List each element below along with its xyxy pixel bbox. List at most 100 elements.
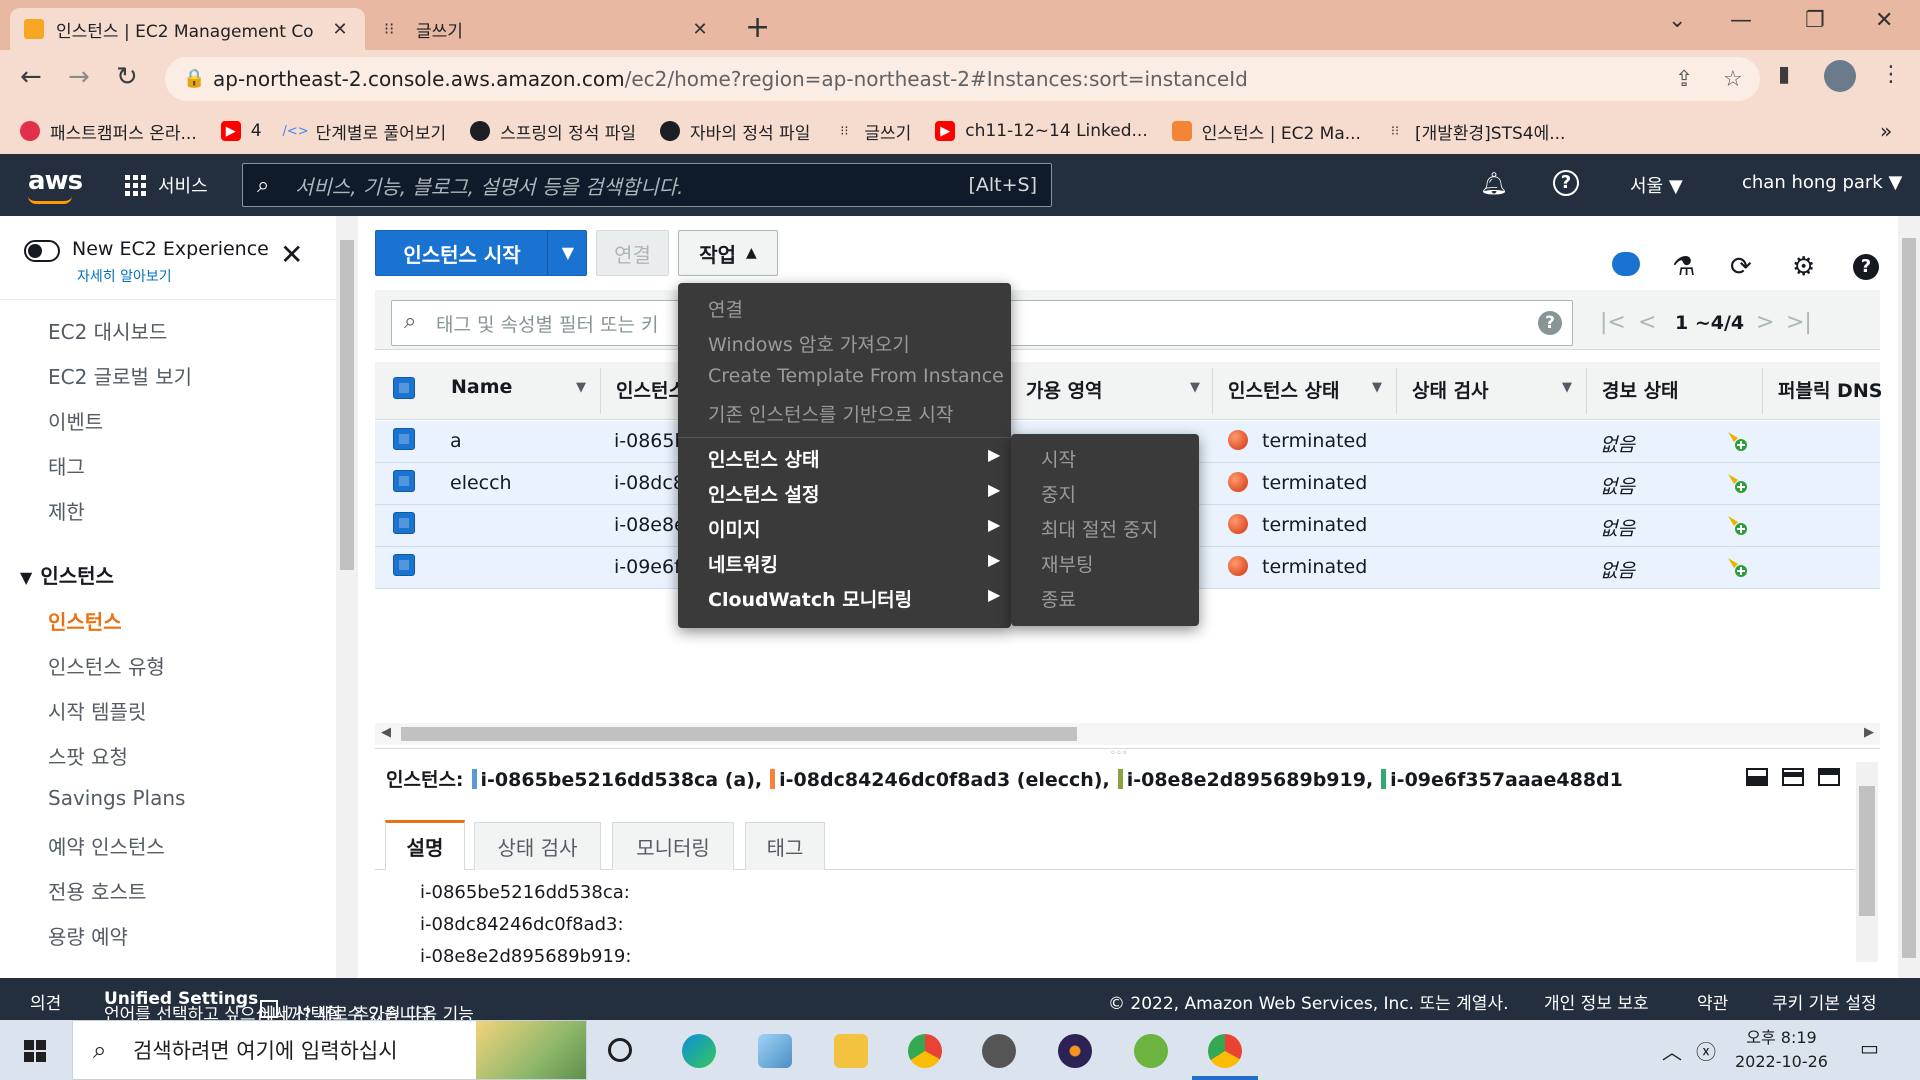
profile-avatar[interactable] bbox=[1824, 60, 1856, 92]
column-status-check[interactable]: 상태 검사 bbox=[1412, 376, 1489, 403]
chevron-up-icon[interactable]: ︿ bbox=[1662, 1036, 1682, 1065]
column-instance-state[interactable]: 인스턴스 상태 bbox=[1228, 376, 1340, 403]
tab-close-icon[interactable]: ✕ bbox=[689, 19, 711, 40]
chrome-icon[interactable] bbox=[1208, 1034, 1242, 1068]
cell-instance-id[interactable]: i-08dc8 bbox=[614, 472, 685, 494]
sort-icon[interactable]: ▼ bbox=[1372, 380, 1382, 395]
actions-button[interactable]: 작업 ▲ bbox=[678, 230, 778, 276]
tab-tags[interactable]: 태그 bbox=[745, 822, 825, 870]
sidepanel-icon[interactable]: ▮ bbox=[1778, 62, 1790, 87]
menu-item-launch-more-like-this[interactable]: 기존 인스턴스를 기반으로 시작 bbox=[708, 400, 953, 427]
privacy-link[interactable]: 개인 정보 보호 bbox=[1544, 989, 1649, 1014]
drag-handle-icon[interactable]: ◦◦◦ bbox=[1110, 748, 1128, 759]
tab-close-icon[interactable]: ✕ bbox=[329, 19, 351, 40]
new-tab-button[interactable]: + bbox=[745, 10, 770, 45]
star-icon[interactable]: ☆ bbox=[1723, 67, 1743, 92]
scrollbar-thumb[interactable] bbox=[1859, 786, 1875, 916]
sort-icon[interactable]: ▼ bbox=[1562, 380, 1572, 395]
cookie-preferences-link[interactable]: 쿠키 기본 설정 bbox=[1772, 989, 1877, 1014]
clock-app-icon[interactable] bbox=[982, 1034, 1016, 1068]
taskbar-search-input[interactable]: ⌕ 검색하려면 여기에 입력하십시 bbox=[72, 1020, 587, 1080]
refresh-icon[interactable]: ⟳ bbox=[1730, 252, 1752, 282]
add-alarm-icon[interactable] bbox=[1724, 554, 1748, 578]
table-horizontal-scrollbar[interactable]: ◀ ▶ bbox=[375, 723, 1880, 745]
menu-item-image[interactable]: 이미지 ▶ bbox=[708, 515, 1000, 542]
page-scrollbar[interactable] bbox=[1898, 216, 1920, 978]
scroll-right-icon[interactable]: ▶ bbox=[1864, 725, 1874, 740]
feedback-link[interactable]: 의견 bbox=[30, 989, 61, 1014]
aws-logo[interactable]: aws bbox=[28, 166, 83, 204]
bookmark-item[interactable]: 자바의 정석 파일 bbox=[660, 119, 810, 144]
scrollbar-thumb[interactable] bbox=[401, 727, 1077, 741]
tab-description[interactable]: 설명 bbox=[385, 820, 465, 870]
sort-icon[interactable]: ▼ bbox=[1190, 380, 1200, 395]
minimize-icon[interactable]: — bbox=[1730, 8, 1752, 33]
menu-item-connect[interactable]: 연결 bbox=[708, 295, 743, 322]
cell-instance-id[interactable]: i-0865b bbox=[614, 430, 687, 452]
help-icon[interactable]: ? bbox=[1538, 311, 1562, 335]
bookmark-item[interactable]: 스프링의 정석 파일 bbox=[470, 119, 636, 144]
scroll-left-icon[interactable]: ◀ bbox=[381, 725, 391, 740]
tab-status-checks[interactable]: 상태 검사 bbox=[474, 822, 601, 870]
column-alarm-status[interactable]: 경보 상태 bbox=[1602, 376, 1679, 403]
tab-search-icon[interactable]: ⌄ bbox=[1668, 8, 1686, 33]
menu-item-terminate[interactable]: 종료 bbox=[1041, 585, 1076, 612]
chat-icon[interactable] bbox=[1612, 252, 1640, 276]
first-page-icon[interactable]: |< bbox=[1600, 310, 1626, 335]
more-bookmarks-button[interactable]: » bbox=[1880, 119, 1892, 143]
menu-item-stop[interactable]: 중지 bbox=[1041, 480, 1076, 507]
cell-instance-id[interactable]: i-09e6f bbox=[614, 556, 681, 578]
sidebar-item-launch-templates[interactable]: 시작 템플릿 bbox=[48, 696, 146, 725]
menu-item-networking[interactable]: 네트워킹 ▶ bbox=[708, 550, 1000, 577]
gear-icon[interactable]: ⚙ bbox=[1792, 252, 1815, 282]
launch-instance-button[interactable]: 인스턴스 시작 ▼ bbox=[375, 230, 587, 276]
learn-more-link[interactable]: 자세히 알아보기 bbox=[77, 266, 172, 286]
url-field[interactable]: 🔒 ap-northeast-2.console.aws.amazon.com /… bbox=[165, 57, 1760, 101]
menu-item-instance-settings[interactable]: 인스턴스 설정 ▶ bbox=[708, 480, 1000, 507]
notification-icon[interactable]: ▭ bbox=[1860, 1036, 1879, 1060]
bookmark-item[interactable]: /<> 단계별로 풀어보기 bbox=[283, 119, 447, 144]
column-instance-id[interactable]: 인스턴스 bbox=[616, 376, 686, 403]
column-public-dns[interactable]: 퍼블릭 DNS bbox=[1778, 376, 1882, 403]
terms-link[interactable]: 약관 bbox=[1697, 989, 1728, 1014]
menu-item-create-template[interactable]: Create Template From Instance bbox=[708, 365, 1004, 387]
pane-top-icon[interactable] bbox=[1818, 768, 1840, 786]
aws-search-input[interactable]: ⌕ 서비스, 기능, 블로그, 설명서 등을 검색합니다. [Alt+S] bbox=[242, 163, 1052, 207]
row-checkbox[interactable] bbox=[393, 512, 415, 534]
bookmark-item[interactable]: ▶ ch11-12~14 Linked... bbox=[935, 121, 1148, 141]
restore-icon[interactable]: ❐ bbox=[1805, 8, 1825, 33]
sidebar-item-spot-requests[interactable]: 스팟 요청 bbox=[48, 741, 128, 770]
help-icon[interactable]: ? bbox=[1853, 254, 1879, 280]
cell-instance-id[interactable]: i-08e8e bbox=[614, 514, 686, 536]
add-alarm-icon[interactable] bbox=[1724, 512, 1748, 536]
sidebar-item-global-view[interactable]: EC2 글로벌 보기 bbox=[48, 361, 192, 390]
spring-tools-icon[interactable] bbox=[1134, 1034, 1168, 1068]
forward-icon[interactable]: → bbox=[68, 62, 90, 92]
sidebar-item-dashboard[interactable]: EC2 대시보드 bbox=[48, 316, 167, 345]
sidebar-scrollbar[interactable] bbox=[336, 216, 358, 978]
column-availability-zone[interactable]: 가용 영역 bbox=[1026, 376, 1103, 403]
menu-item-start[interactable]: 시작 bbox=[1041, 445, 1076, 472]
pane-split-icon[interactable] bbox=[1782, 768, 1804, 786]
flask-icon[interactable]: ⚗ bbox=[1672, 252, 1695, 282]
menu-item-instance-state[interactable]: 인스턴스 상태 ▶ bbox=[708, 445, 1000, 472]
share-icon[interactable]: ⇪ bbox=[1675, 67, 1693, 92]
bookmark-item[interactable]: 인스턴스 | EC2 Ma... bbox=[1171, 119, 1361, 144]
row-checkbox[interactable] bbox=[393, 470, 415, 492]
user-menu[interactable]: chan hong park ▼ bbox=[1742, 172, 1902, 193]
next-page-icon[interactable]: > bbox=[1756, 310, 1774, 335]
menu-item-cloudwatch-monitoring[interactable]: CloudWatch 모니터링 ▶ bbox=[708, 585, 1000, 612]
bookmark-item[interactable]: ⁝⁝ 글쓰기 bbox=[834, 119, 911, 144]
eclipse-icon[interactable] bbox=[1058, 1034, 1092, 1068]
browser-tab-velog[interactable]: ⁝⁝ 글쓰기 ✕ bbox=[370, 8, 725, 50]
region-selector[interactable]: 서울 ▼ bbox=[1630, 172, 1683, 198]
sidebar-item-dedicated-hosts[interactable]: 전용 호스트 bbox=[48, 876, 146, 905]
sidebar-item-capacity-reservations[interactable]: 용량 예약 bbox=[48, 921, 128, 950]
windows-start-icon[interactable] bbox=[24, 1040, 46, 1062]
menu-item-reboot[interactable]: 재부팅 bbox=[1041, 550, 1093, 577]
menu-item-get-windows-password[interactable]: Windows 암호 가져오기 bbox=[708, 330, 910, 357]
sidebar-item-events[interactable]: 이벤트 bbox=[48, 406, 103, 435]
sidebar-item-instance-types[interactable]: 인스턴스 유형 bbox=[48, 651, 165, 680]
sidebar-item-savings-plans[interactable]: Savings Plans bbox=[48, 786, 185, 810]
browser-tab-ec2[interactable]: 인스턴스 | EC2 Management Co ✕ bbox=[10, 8, 365, 50]
